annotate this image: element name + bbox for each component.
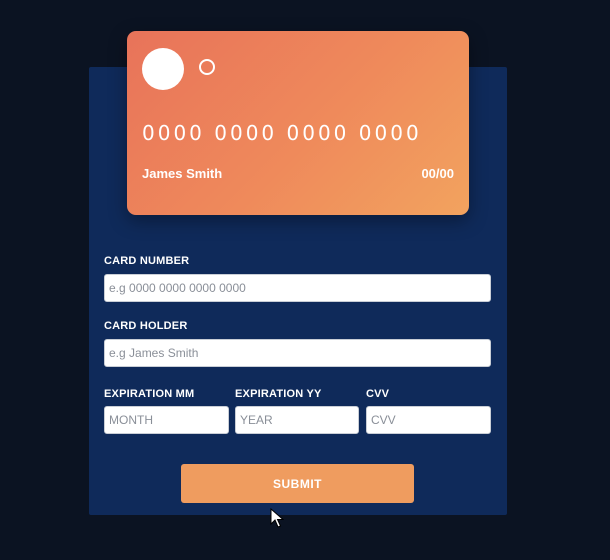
expiration-yy-label: EXPIRATION YY <box>235 388 322 400</box>
credit-card-preview: 0000 0000 0000 0000 James Smith 00/00 <box>127 31 469 215</box>
card-holder-input[interactable] <box>104 339 491 367</box>
card-number-display: 0000 0000 0000 0000 <box>142 121 422 145</box>
submit-button[interactable]: SUBMIT <box>181 464 414 503</box>
card-logo-circle-icon <box>142 48 184 90</box>
card-holder-display: James Smith <box>142 166 223 181</box>
expiration-mm-label: EXPIRATION MM <box>104 388 195 400</box>
expiration-month-input[interactable] <box>104 406 229 434</box>
card-expiry-display: 00/00 <box>421 166 454 181</box>
mouse-pointer-icon <box>270 508 284 528</box>
card-number-label: CARD NUMBER <box>104 255 190 267</box>
expiration-year-input[interactable] <box>235 406 359 434</box>
cvv-label: CVV <box>366 388 390 400</box>
cvv-input[interactable] <box>366 406 491 434</box>
payment-form-stage: CARD NUMBER CARD HOLDER EXPIRATION MM EX… <box>0 0 610 560</box>
card-holder-label: CARD HOLDER <box>104 320 188 332</box>
card-number-input[interactable] <box>104 274 491 302</box>
card-logo-ring-icon <box>199 59 215 75</box>
